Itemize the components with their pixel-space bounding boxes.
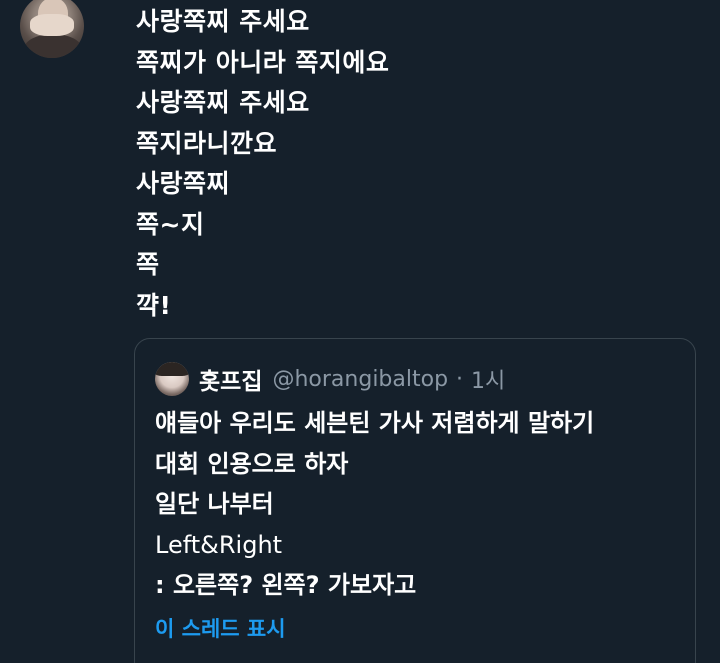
tweet-line: 사랑쪽찌 주세요	[136, 88, 310, 117]
quoted-tweet-header: 홋프집 @horangibaltop · 1시	[155, 362, 505, 396]
quoted-handle[interactable]: @horangibaltop	[272, 367, 448, 392]
quoted-tweet-text: 얘들아 우리도 세븐틴 가사 저렴하게 말하기 대회 인용으로 하자 일단 나부…	[155, 403, 594, 606]
tweet-line: 사랑쪽찌 주세요	[136, 7, 310, 36]
quoted-line: 얘들아 우리도 세븐틴 가사 저렴하게 말하기	[155, 409, 595, 437]
tweet-line: 사랑쪽찌	[136, 169, 231, 198]
quoted-line: 일단 나부터	[155, 490, 274, 518]
quoted-user-avatar[interactable]	[155, 362, 189, 396]
quoted-avatar-hair-shape	[155, 362, 189, 376]
quoted-line: : 오른쪽? 왼쪽? 가보자고	[155, 571, 417, 599]
tweet-line: 쪽~지	[136, 209, 205, 239]
tweet-line: 쪽지라니깐요	[136, 128, 278, 158]
tweet-text: 사랑쪽찌 주세요 쪽찌가 아니라 쪽지에요 사랑쪽찌 주세요 쪽지라니깐요 사랑…	[136, 2, 389, 326]
header-separator: ·	[456, 366, 464, 392]
quoted-line: Left&Right	[155, 530, 283, 559]
tweet-line: 쪽찌가 아니라 쪽지에요	[136, 47, 390, 77]
tweet-line: 쪽	[136, 250, 160, 279]
quoted-line: 대회 인용으로 하자	[155, 449, 349, 478]
show-thread-link[interactable]: 이 스레드 표시	[155, 613, 286, 643]
tweet-line: 꺅!	[136, 290, 172, 320]
quoted-tweet-card[interactable]: 홋프집 @horangibaltop · 1시 얘들아 우리도 세븐틴 가사 저…	[134, 338, 696, 663]
avatar-body-shape	[24, 34, 82, 58]
quoted-display-name[interactable]: 홋프집	[199, 362, 262, 396]
avatar-hands-shape	[30, 14, 74, 36]
quoted-timestamp[interactable]: 1시	[471, 363, 505, 395]
user-avatar[interactable]	[20, 0, 84, 58]
